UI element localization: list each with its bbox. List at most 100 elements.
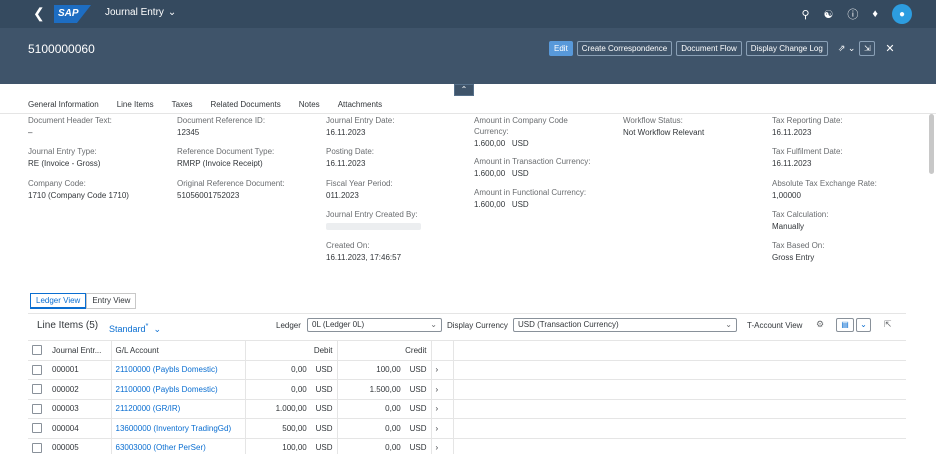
- cell-journal-entry-item: 000005: [48, 438, 112, 454]
- table-row[interactable]: 000002 21100000 (Paybls Domestic) 0,00 U…: [28, 379, 906, 400]
- tab-attachments[interactable]: Attachments: [338, 96, 382, 113]
- tab-taxes[interactable]: Taxes: [172, 96, 193, 113]
- field-posting-date: Posting Date: 16.11.2023: [326, 147, 375, 168]
- cell-debit: 1.000,00 USD: [245, 399, 338, 419]
- ledger-view-button[interactable]: Ledger View: [30, 293, 87, 309]
- chevron-right-icon[interactable]: ›: [431, 418, 454, 439]
- field-absolute-tax-exchange-rate: Absolute Tax Exchange Rate: 1,00000: [772, 179, 877, 200]
- sap-logo[interactable]: SAP: [54, 5, 91, 23]
- create-correspondence-button[interactable]: Create Correspondence: [576, 41, 673, 56]
- tab-related-documents[interactable]: Related Documents: [211, 96, 281, 113]
- object-header: 5100000060 Edit Create Correspondence Do…: [0, 28, 936, 84]
- gl-account-link[interactable]: 21120000 (GR/IR): [116, 404, 181, 413]
- chevron-down-icon: ⌄: [167, 7, 177, 18]
- app-title: Journal Entry: [105, 7, 164, 18]
- close-icon[interactable]: ✕: [885, 42, 894, 55]
- variant-selector[interactable]: Standard* ⌄: [109, 321, 161, 335]
- entry-view-button[interactable]: Entry View: [86, 293, 137, 309]
- cell-debit: 0,00 USD: [245, 379, 338, 400]
- field-journal-entry-date: Journal Entry Date: 16.11.2023: [326, 116, 395, 137]
- field-tax-fulfilment-date: Tax Fulfilment Date: 16.11.2023: [772, 147, 843, 168]
- chevron-down-icon: ⌄: [153, 324, 162, 334]
- help-icon[interactable]: ⓘ: [847, 6, 858, 22]
- field-document-reference-id: Document Reference ID: 12345: [177, 116, 266, 137]
- headset-icon[interactable]: ☯: [824, 8, 834, 21]
- field-amount-transaction-currency: Amount in Transaction Currency: 1.600,00…: [474, 157, 591, 178]
- field-created-on: Created On: 16.11.2023, 17:46:57: [326, 241, 402, 262]
- cell-journal-entry-item: 000001: [48, 360, 112, 380]
- select-all-checkbox[interactable]: [32, 345, 42, 356]
- exit-fullscreen-icon[interactable]: ⇲: [859, 41, 876, 56]
- back-arrow-icon[interactable]: ❮: [33, 5, 45, 21]
- bell-icon[interactable]: ♦: [872, 8, 878, 20]
- shell-actions: ⚲ ☯ ⓘ ♦ ●: [801, 4, 912, 24]
- chevron-down-icon: ⌄: [430, 320, 437, 329]
- share-icon[interactable]: ⇗ ⌄: [838, 43, 856, 54]
- chevron-right-icon[interactable]: ›: [431, 379, 454, 400]
- field-tax-reporting-date: Tax Reporting Date: 16.11.2023: [772, 116, 843, 137]
- field-amount-functional-currency: Amount in Functional Currency: 1.600,00 …: [474, 188, 587, 209]
- document-flow-button[interactable]: Document Flow: [676, 41, 742, 56]
- t-account-view-button[interactable]: T-Account View: [747, 321, 802, 330]
- export-menu-chevron-icon[interactable]: ⌄: [856, 318, 871, 332]
- row-checkbox[interactable]: [32, 442, 42, 453]
- document-number: 5100000060: [28, 42, 95, 56]
- chevron-right-icon[interactable]: ›: [431, 438, 454, 454]
- column-navigation: [431, 340, 454, 361]
- view-toggle: Ledger View Entry View: [30, 293, 137, 309]
- tab-notes[interactable]: Notes: [299, 96, 320, 113]
- column-debit[interactable]: Debit: [245, 340, 338, 361]
- row-checkbox[interactable]: [32, 423, 42, 434]
- line-items-table: Journal Entr... G/L Account Debit Credit…: [28, 340, 906, 454]
- row-checkbox[interactable]: [32, 364, 42, 375]
- field-amount-company-code-currency: Amount in Company Code Currency: 1.600,0…: [474, 116, 568, 148]
- column-journal-entry-item[interactable]: Journal Entr...: [48, 340, 112, 361]
- collapse-header-icon[interactable]: ⌃: [454, 84, 474, 96]
- line-items-toolbar: Line Items (5) Standard* ⌄ Ledger 0L (Le…: [28, 313, 906, 335]
- cell-credit: 1.500,00 USD: [337, 379, 432, 400]
- edit-button[interactable]: Edit: [549, 41, 573, 56]
- search-icon[interactable]: ⚲: [801, 8, 809, 21]
- user-avatar[interactable]: ●: [892, 4, 912, 24]
- field-tax-based-on: Tax Based On: Gross Entry: [772, 241, 825, 262]
- vertical-scrollbar[interactable]: [929, 114, 934, 174]
- row-checkbox[interactable]: [32, 403, 42, 414]
- redacted-user-name: [326, 223, 421, 230]
- fullscreen-icon[interactable]: ⇱: [884, 319, 892, 330]
- column-credit[interactable]: Credit: [337, 340, 432, 361]
- gl-account-link[interactable]: 13600000 (Inventory TradingGd): [116, 424, 232, 433]
- settings-gear-icon[interactable]: ⚙: [816, 319, 824, 330]
- gl-account-link[interactable]: 21100000 (Paybls Domestic): [116, 365, 218, 374]
- field-tax-calculation: Tax Calculation: Manually: [772, 210, 829, 231]
- row-checkbox[interactable]: [32, 384, 42, 395]
- chevron-right-icon[interactable]: ›: [431, 399, 454, 419]
- ledger-select[interactable]: 0L (Ledger 0L) ⌄: [307, 318, 442, 332]
- column-gl-account[interactable]: G/L Account: [111, 340, 246, 361]
- app-title-menu[interactable]: Journal Entry ⌄: [105, 7, 176, 18]
- gl-account-link[interactable]: 21100000 (Paybls Domestic): [116, 385, 218, 394]
- table-header-row: Journal Entr... G/L Account Debit Credit: [28, 340, 906, 361]
- field-reference-document-type: Reference Document Type: RMRP (Invoice R…: [177, 147, 275, 168]
- display-currency-select[interactable]: USD (Transaction Currency) ⌄: [513, 318, 737, 332]
- tab-general-information[interactable]: General Information: [28, 96, 99, 113]
- select-all-cell: [28, 340, 48, 361]
- table-row[interactable]: 000001 21100000 (Paybls Domestic) 0,00 U…: [28, 360, 906, 380]
- display-change-log-button[interactable]: Display Change Log: [745, 41, 828, 56]
- table-row[interactable]: 000005 63003000 (Other PerSer) 100,00 US…: [28, 438, 906, 454]
- field-original-reference-document: Original Reference Document: 51056001752…: [177, 179, 285, 200]
- gl-account-link[interactable]: 63003000 (Other PerSer): [116, 443, 206, 452]
- table-row[interactable]: 000003 21120000 (GR/IR) 1.000,00 USD 0,0…: [28, 399, 906, 419]
- cell-debit: 100,00 USD: [245, 438, 338, 454]
- display-currency-label: Display Currency: [447, 321, 508, 330]
- cell-journal-entry-item: 000002: [48, 379, 112, 400]
- table-row[interactable]: 000004 13600000 (Inventory TradingGd) 50…: [28, 418, 906, 439]
- export-icon[interactable]: ▤: [836, 318, 854, 332]
- shell-bar: ❮ SAP Journal Entry ⌄ ⚲ ☯ ⓘ ♦ ●: [0, 0, 936, 28]
- cell-journal-entry-item: 000003: [48, 399, 112, 419]
- ledger-label: Ledger: [276, 321, 301, 330]
- tab-line-items[interactable]: Line Items: [117, 96, 154, 113]
- cell-debit: 500,00 USD: [245, 418, 338, 439]
- field-journal-entry-type: Journal Entry Type: RE (Invoice - Gross): [28, 147, 101, 168]
- cell-credit: 0,00 USD: [337, 418, 432, 439]
- chevron-right-icon[interactable]: ›: [431, 360, 454, 380]
